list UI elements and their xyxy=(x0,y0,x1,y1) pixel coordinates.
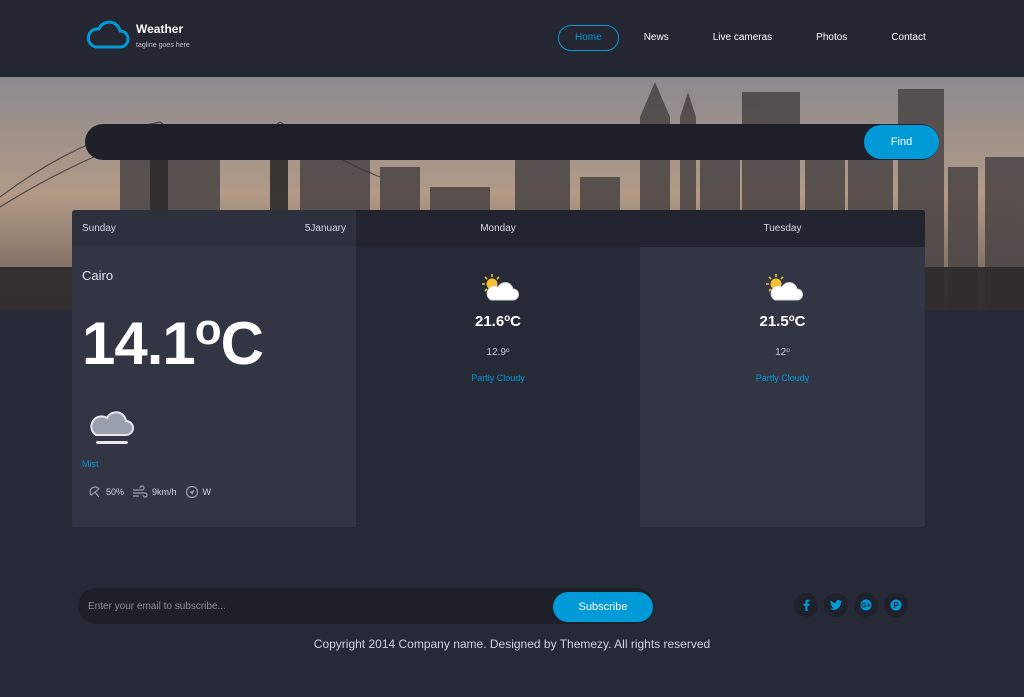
today-header: Sunday 5January xyxy=(72,210,356,247)
forecast-min-temp: 12o xyxy=(775,347,790,358)
humidity: 50% xyxy=(88,485,124,499)
site-title: Weather xyxy=(136,22,184,36)
partly-cloudy-icon xyxy=(763,272,803,309)
wind-direction: W xyxy=(185,485,211,499)
forecast-day-monday: Monday 21.6oC 12.9o Partly Cloudy xyxy=(356,210,640,527)
nav-contact[interactable]: Contact xyxy=(874,25,942,51)
cloud-logo-icon xyxy=(84,20,130,55)
forecast-min-temp: 12.9o xyxy=(486,347,510,358)
site-tagline: tagline goes here xyxy=(136,42,190,49)
forecast-max-temp: 21.5oC xyxy=(759,313,806,330)
subscribe-email-input[interactable] xyxy=(78,588,548,624)
compass-icon xyxy=(185,485,198,499)
svg-text:G+: G+ xyxy=(861,603,871,610)
nav-news[interactable]: News xyxy=(627,25,686,51)
location-name: Cairo xyxy=(82,268,114,283)
wind-speed: 9km/h xyxy=(132,485,177,499)
pinterest-icon[interactable]: P xyxy=(884,593,908,617)
svg-text:P: P xyxy=(893,601,899,610)
site-header: Weather tagline goes here Home News Live… xyxy=(0,0,1024,77)
forecast-max-temp: 21.6oC xyxy=(474,313,521,330)
social-links: G+ P xyxy=(794,593,914,617)
search-bar xyxy=(85,124,939,160)
main-nav: Home News Live cameras Photos Contact xyxy=(558,25,943,51)
nav-live-cameras[interactable]: Live cameras xyxy=(696,25,789,51)
search-input[interactable] xyxy=(85,124,865,160)
google-plus-icon[interactable]: G+ xyxy=(854,593,878,617)
forecast-day-header: Monday xyxy=(356,210,640,247)
nav-home[interactable]: Home xyxy=(558,25,619,51)
subscribe-button[interactable]: Subscribe xyxy=(553,592,653,622)
current-temperature: 14.1oC xyxy=(82,305,264,377)
current-condition: Mist xyxy=(82,459,99,469)
forecast-day-tuesday: Tuesday 21.5oC 12o Partly Cloudy xyxy=(640,210,925,527)
forecast-day-header: Tuesday xyxy=(640,210,925,247)
today-day: Sunday xyxy=(82,223,116,234)
brand[interactable]: Weather tagline goes here xyxy=(84,20,190,55)
find-button[interactable]: Find xyxy=(864,125,939,159)
umbrella-icon xyxy=(89,486,100,498)
nav-photos[interactable]: Photos xyxy=(799,25,864,51)
partly-cloudy-icon xyxy=(479,272,519,309)
forecast-condition: Partly Cloudy xyxy=(471,373,525,383)
today-date: 5January xyxy=(304,223,346,234)
facebook-icon[interactable] xyxy=(794,593,818,617)
forecast-condition: Partly Cloudy xyxy=(755,373,810,383)
wind-icon xyxy=(133,485,148,498)
weather-details: 50% 9km/h W xyxy=(88,485,219,499)
mist-icon xyxy=(88,409,134,454)
today-card: Sunday 5January Cairo 14.1oC Mist 50% 9k… xyxy=(72,210,356,527)
twitter-icon[interactable] xyxy=(824,593,848,617)
site-footer: G+ P Copyright 2014 Company name. Design… xyxy=(0,555,1024,697)
forecast-panel: Sunday 5January Cairo 14.1oC Mist 50% 9k… xyxy=(72,210,925,527)
copyright-text: Copyright 2014 Company name. Designed by… xyxy=(313,637,711,651)
